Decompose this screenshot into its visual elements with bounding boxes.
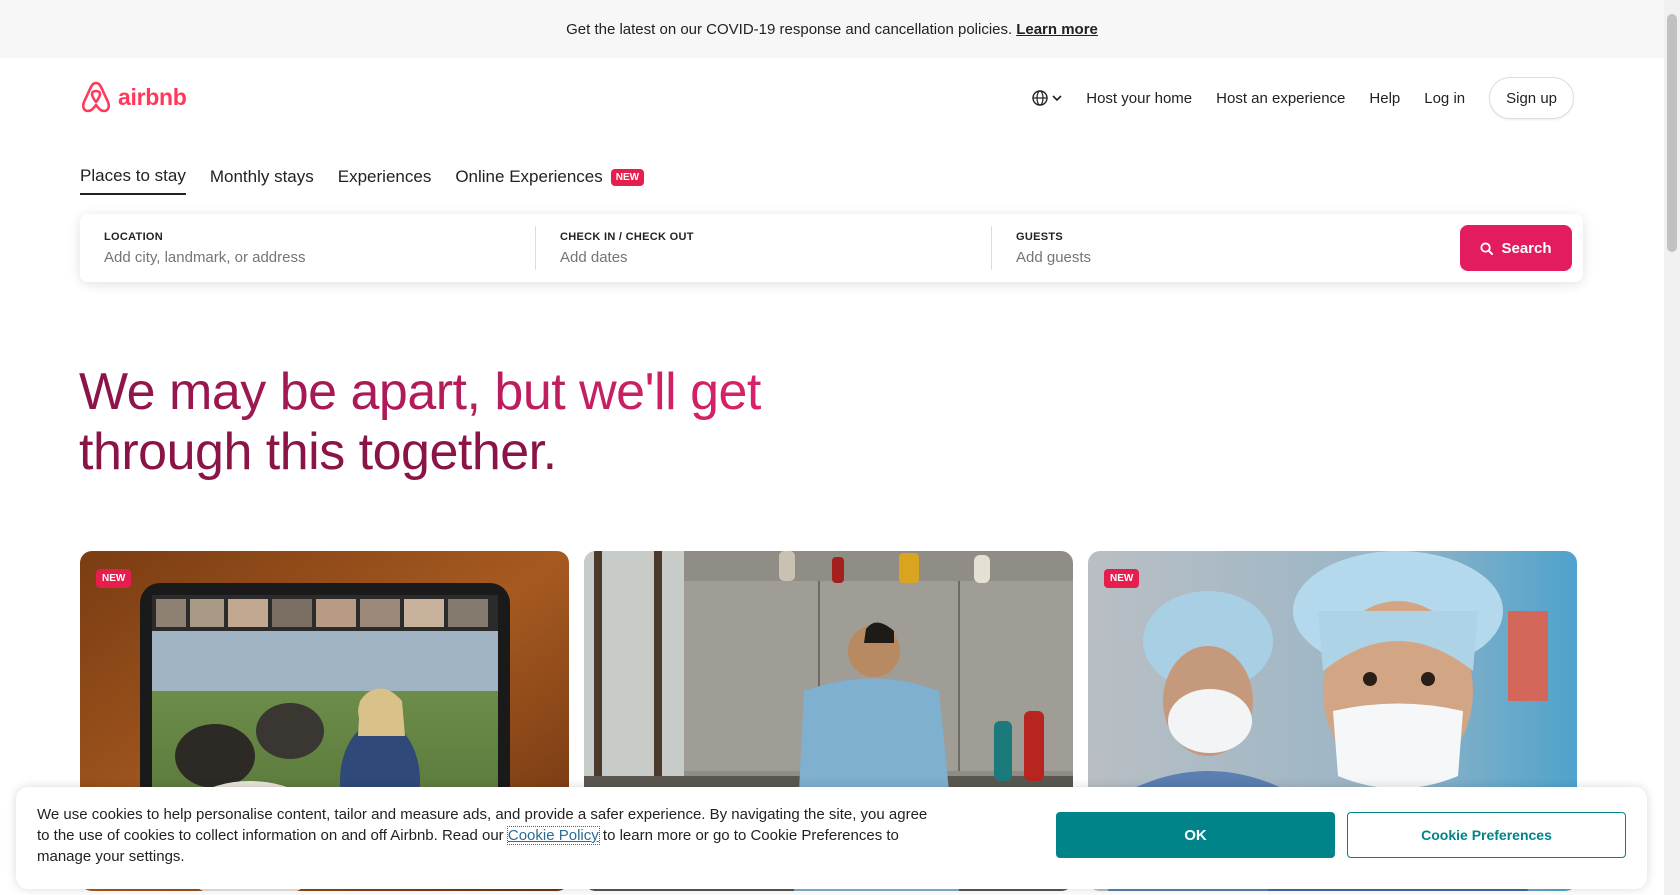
header-nav: Host your home Host an experience Help L… <box>1032 77 1574 119</box>
search-icon <box>1480 241 1494 255</box>
tab-label: Places to stay <box>80 166 186 185</box>
tab-label: Experiences <box>337 167 432 186</box>
tab-online-experiences[interactable]: Online Experiences NEW <box>455 166 645 195</box>
learn-more-link[interactable]: Learn more <box>1016 21 1098 38</box>
dates-field[interactable]: CHECK IN / CHECK OUT <box>536 226 992 270</box>
globe-icon <box>1032 90 1048 106</box>
help-link[interactable]: Help <box>1369 90 1400 107</box>
dates-label: CHECK IN / CHECK OUT <box>560 230 694 243</box>
logo-text: airbnb <box>118 83 187 110</box>
hero-line-1: We may be apart, but we'll get <box>79 363 761 421</box>
new-badge: NEW <box>610 168 645 186</box>
hero-line-2: through this together. <box>79 423 557 481</box>
tab-experiences[interactable]: Experiences <box>338 166 432 195</box>
hero-heading: We may be apart, but we'll get through t… <box>79 362 761 482</box>
search-button-label: Search <box>1501 239 1552 257</box>
header: airbnb Host your home Host an experience… <box>0 58 1664 138</box>
location-label: LOCATION <box>104 230 164 243</box>
log-in-link[interactable]: Log in <box>1424 90 1465 107</box>
dates-input[interactable] <box>560 248 967 266</box>
chevron-down-icon <box>1052 95 1062 102</box>
host-an-experience-link[interactable]: Host an experience <box>1216 90 1345 107</box>
search-tabs: Places to stay Monthly stays Experiences… <box>80 166 645 195</box>
covid-banner: Get the latest on our COVID-19 response … <box>0 0 1664 58</box>
airbnb-logo[interactable]: airbnb <box>80 80 187 114</box>
tab-monthly-stays[interactable]: Monthly stays <box>210 166 314 195</box>
guests-field[interactable]: GUESTS <box>992 226 1460 270</box>
airbnb-logo-icon <box>81 81 111 113</box>
scrollbar-thumb[interactable] <box>1667 14 1677 252</box>
cookie-banner: We use cookies to help personalise conte… <box>16 787 1647 889</box>
guests-input[interactable] <box>1016 248 1436 266</box>
sign-up-button[interactable]: Sign up <box>1489 77 1574 119</box>
cookie-preferences-button[interactable]: Cookie Preferences <box>1347 812 1626 858</box>
guests-label: GUESTS <box>1016 230 1064 243</box>
search-button[interactable]: Search <box>1460 225 1572 271</box>
new-badge: NEW <box>96 569 132 588</box>
tab-label: Online Experiences <box>455 167 603 186</box>
cookie-text: We use cookies to help personalise conte… <box>37 804 937 867</box>
covid-banner-text: Get the latest on our COVID-19 response … <box>566 20 1013 38</box>
search-bar: LOCATION CHECK IN / CHECK OUT GUESTS Sea… <box>80 214 1583 282</box>
language-selector[interactable] <box>1032 90 1062 106</box>
scrollbar[interactable] <box>1664 0 1680 895</box>
tab-label: Monthly stays <box>209 167 314 186</box>
location-field[interactable]: LOCATION <box>80 226 536 270</box>
new-badge: NEW <box>1104 569 1140 588</box>
host-your-home-link[interactable]: Host your home <box>1086 90 1192 107</box>
cookie-ok-button[interactable]: OK <box>1056 812 1335 858</box>
tab-places-to-stay[interactable]: Places to stay <box>80 166 186 195</box>
cookie-policy-link[interactable]: Cookie Policy <box>506 826 600 845</box>
location-input[interactable] <box>104 248 511 266</box>
